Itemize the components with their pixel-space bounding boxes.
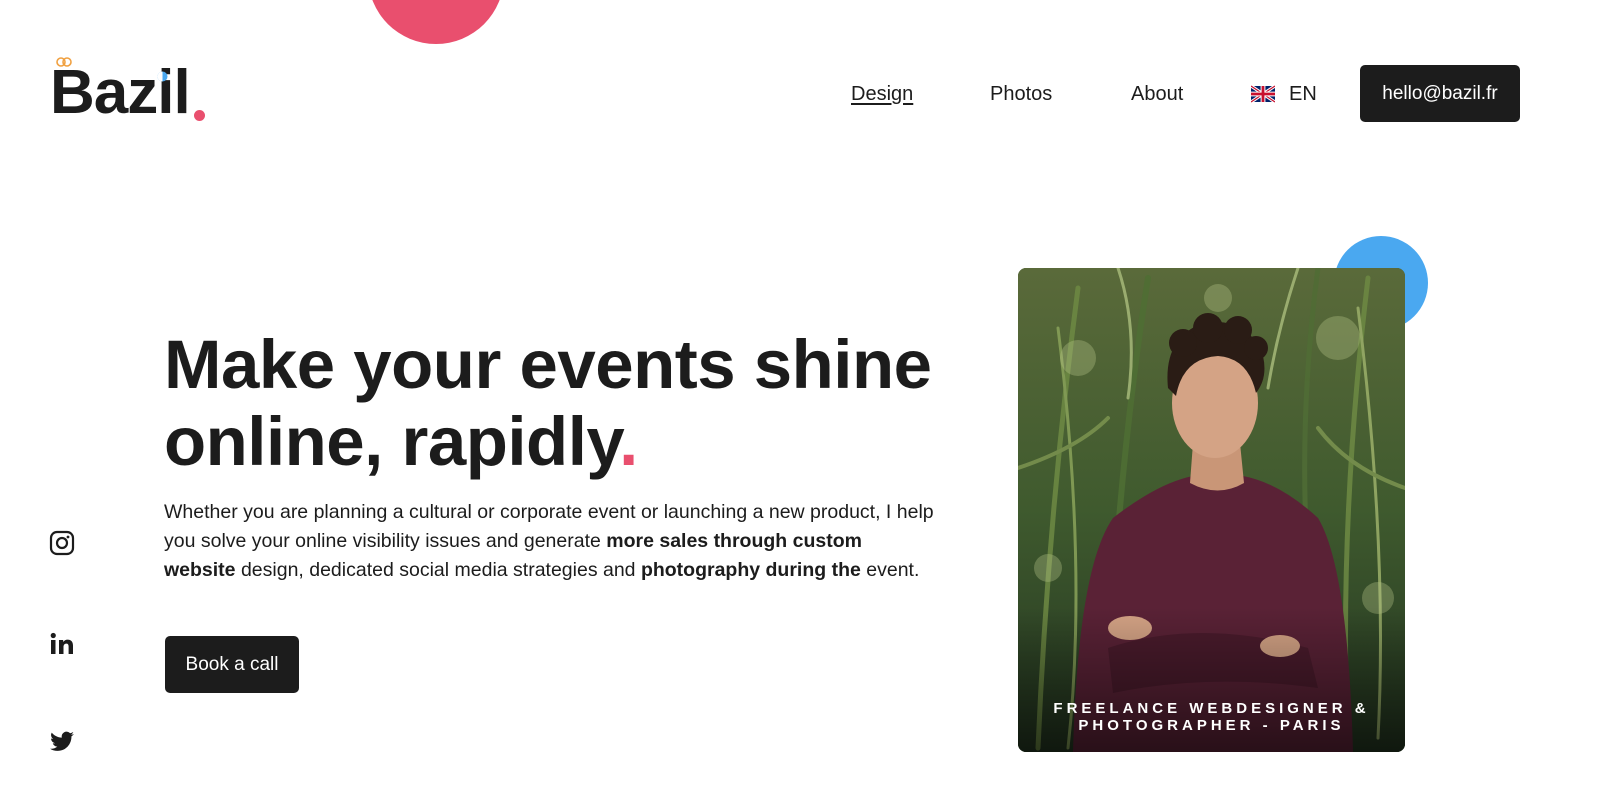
hero-headline: Make your events shine online, rapidly. (164, 326, 964, 480)
linkedin-icon (50, 632, 73, 654)
portrait-photo: FREELANCE WEBDESIGNER & PHOTOGRAPHER - P… (1018, 268, 1405, 752)
contact-email-button[interactable]: hello@bazil.fr (1360, 65, 1520, 122)
instagram-icon (49, 530, 75, 556)
language-switcher[interactable]: EN (1251, 80, 1317, 108)
portrait-caption: FREELANCE WEBDESIGNER & PHOTOGRAPHER - P… (1018, 700, 1405, 734)
headline-line-1: Make your events shine (164, 326, 932, 403)
logo-text: Bazil (50, 58, 191, 127)
twitter-icon (50, 731, 74, 751)
logo-half-circle-icon (157, 71, 168, 82)
hero-lead-paragraph: Whether you are planning a cultural or c… (164, 498, 934, 585)
logo-dot (194, 110, 205, 121)
headline-line-2: online, rapidly (164, 403, 620, 480)
lead-bold-2: photography during the (640, 559, 861, 581)
decorative-pink-circle (368, 0, 504, 44)
nav-about[interactable]: About (1131, 80, 1183, 108)
instagram-link[interactable] (49, 530, 75, 556)
language-code: EN (1289, 82, 1317, 105)
headline-accent-dot: . (619, 403, 638, 480)
logo-rings-icon (56, 57, 72, 67)
nav-design[interactable]: Design (851, 80, 913, 108)
uk-flag-icon (1251, 84, 1275, 104)
book-call-button[interactable]: Book a call (165, 636, 299, 693)
caption-line-2: PHOTOGRAPHER - PARIS (1078, 717, 1345, 734)
lead-text-3: event. (860, 559, 920, 581)
lead-text-2: design, dedicated social media strategie… (235, 559, 641, 581)
nav-photos[interactable]: Photos (990, 80, 1052, 108)
caption-line-1: FREELANCE WEBDESIGNER & (1053, 700, 1370, 717)
twitter-link[interactable] (49, 729, 75, 755)
linkedin-link[interactable] (49, 631, 75, 657)
portrait-image (1018, 268, 1405, 752)
